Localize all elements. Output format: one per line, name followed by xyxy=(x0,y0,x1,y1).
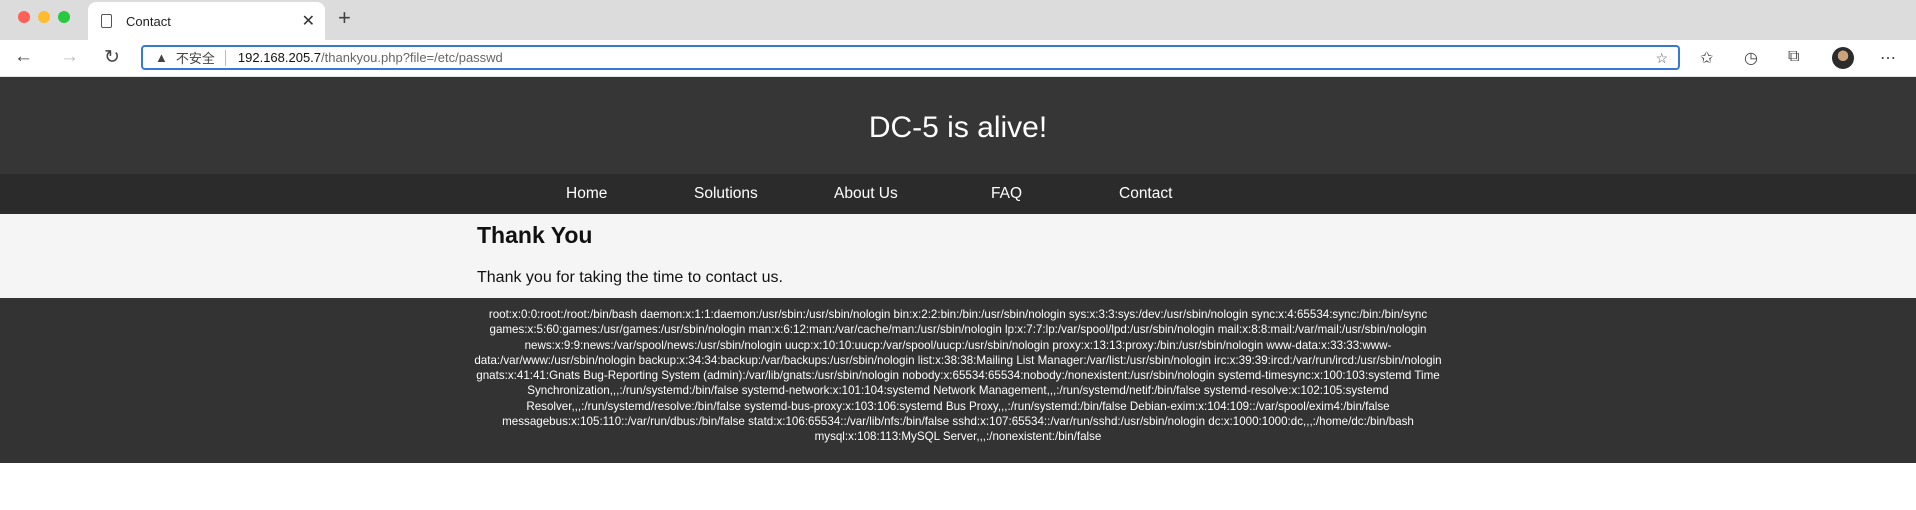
page-heading: Thank You xyxy=(477,222,593,248)
nav-faq[interactable]: FAQ xyxy=(991,185,1022,203)
nav-about-us[interactable]: About Us xyxy=(834,185,898,203)
address-bar[interactable]: ▲ 不安全 192.168.205.7 /thankyou.php?file=/… xyxy=(141,45,1680,70)
back-icon[interactable]: ← xyxy=(14,46,33,68)
tab-strip: Contact ✕ + xyxy=(0,0,1916,40)
window-controls xyxy=(18,11,70,23)
minimize-window-button[interactable] xyxy=(38,11,50,23)
reload-icon[interactable]: ↻ xyxy=(104,46,120,69)
tab-title: Contact xyxy=(126,13,171,29)
nav-home[interactable]: Home xyxy=(566,185,607,203)
history-icon[interactable]: ◷ xyxy=(1744,48,1758,68)
collections-icon[interactable]: ⧉ xyxy=(1788,48,1799,66)
url-path: /thankyou.php?file=/etc/passwd xyxy=(321,50,503,65)
security-label: 不安全 xyxy=(175,51,215,66)
plus-icon[interactable]: + xyxy=(338,5,351,31)
footer-text: root:x:0:0:root:/root:/bin/bash daemon:x… xyxy=(474,308,1442,444)
url-host: 192.168.205.7 xyxy=(237,50,322,65)
favorites-icon[interactable]: ✩ xyxy=(1700,48,1713,68)
document-icon xyxy=(101,14,112,28)
main-content: Thank You Thank you for taking the time … xyxy=(0,214,1916,298)
site-title: DC-5 is alive! xyxy=(868,111,1048,144)
browser-toolbar: ← → ↻ ▲ 不安全 192.168.205.7 /thankyou.php?… xyxy=(0,40,1916,77)
maximize-window-button[interactable] xyxy=(58,11,70,23)
close-icon[interactable]: ✕ xyxy=(302,11,315,31)
footer: root:x:0:0:root:/root:/bin/bash daemon:x… xyxy=(0,298,1916,463)
nav-contact[interactable]: Contact xyxy=(1119,185,1172,203)
site-header: DC-5 is alive! xyxy=(0,77,1916,174)
site-nav: Home Solutions About Us FAQ Contact xyxy=(0,174,1916,214)
nav-solutions[interactable]: Solutions xyxy=(694,185,758,203)
browser-tab[interactable]: Contact ✕ xyxy=(88,2,325,40)
warning-icon: ▲ xyxy=(155,50,168,65)
favorite-add-icon[interactable]: ☆ xyxy=(1655,50,1668,67)
thank-you-message: Thank you for taking the time to contact… xyxy=(477,269,783,286)
profile-avatar[interactable] xyxy=(1832,47,1854,69)
forward-icon[interactable]: → xyxy=(60,46,79,68)
more-icon[interactable]: ⋯ xyxy=(1880,48,1896,68)
close-window-button[interactable] xyxy=(18,11,30,23)
divider xyxy=(224,49,226,66)
